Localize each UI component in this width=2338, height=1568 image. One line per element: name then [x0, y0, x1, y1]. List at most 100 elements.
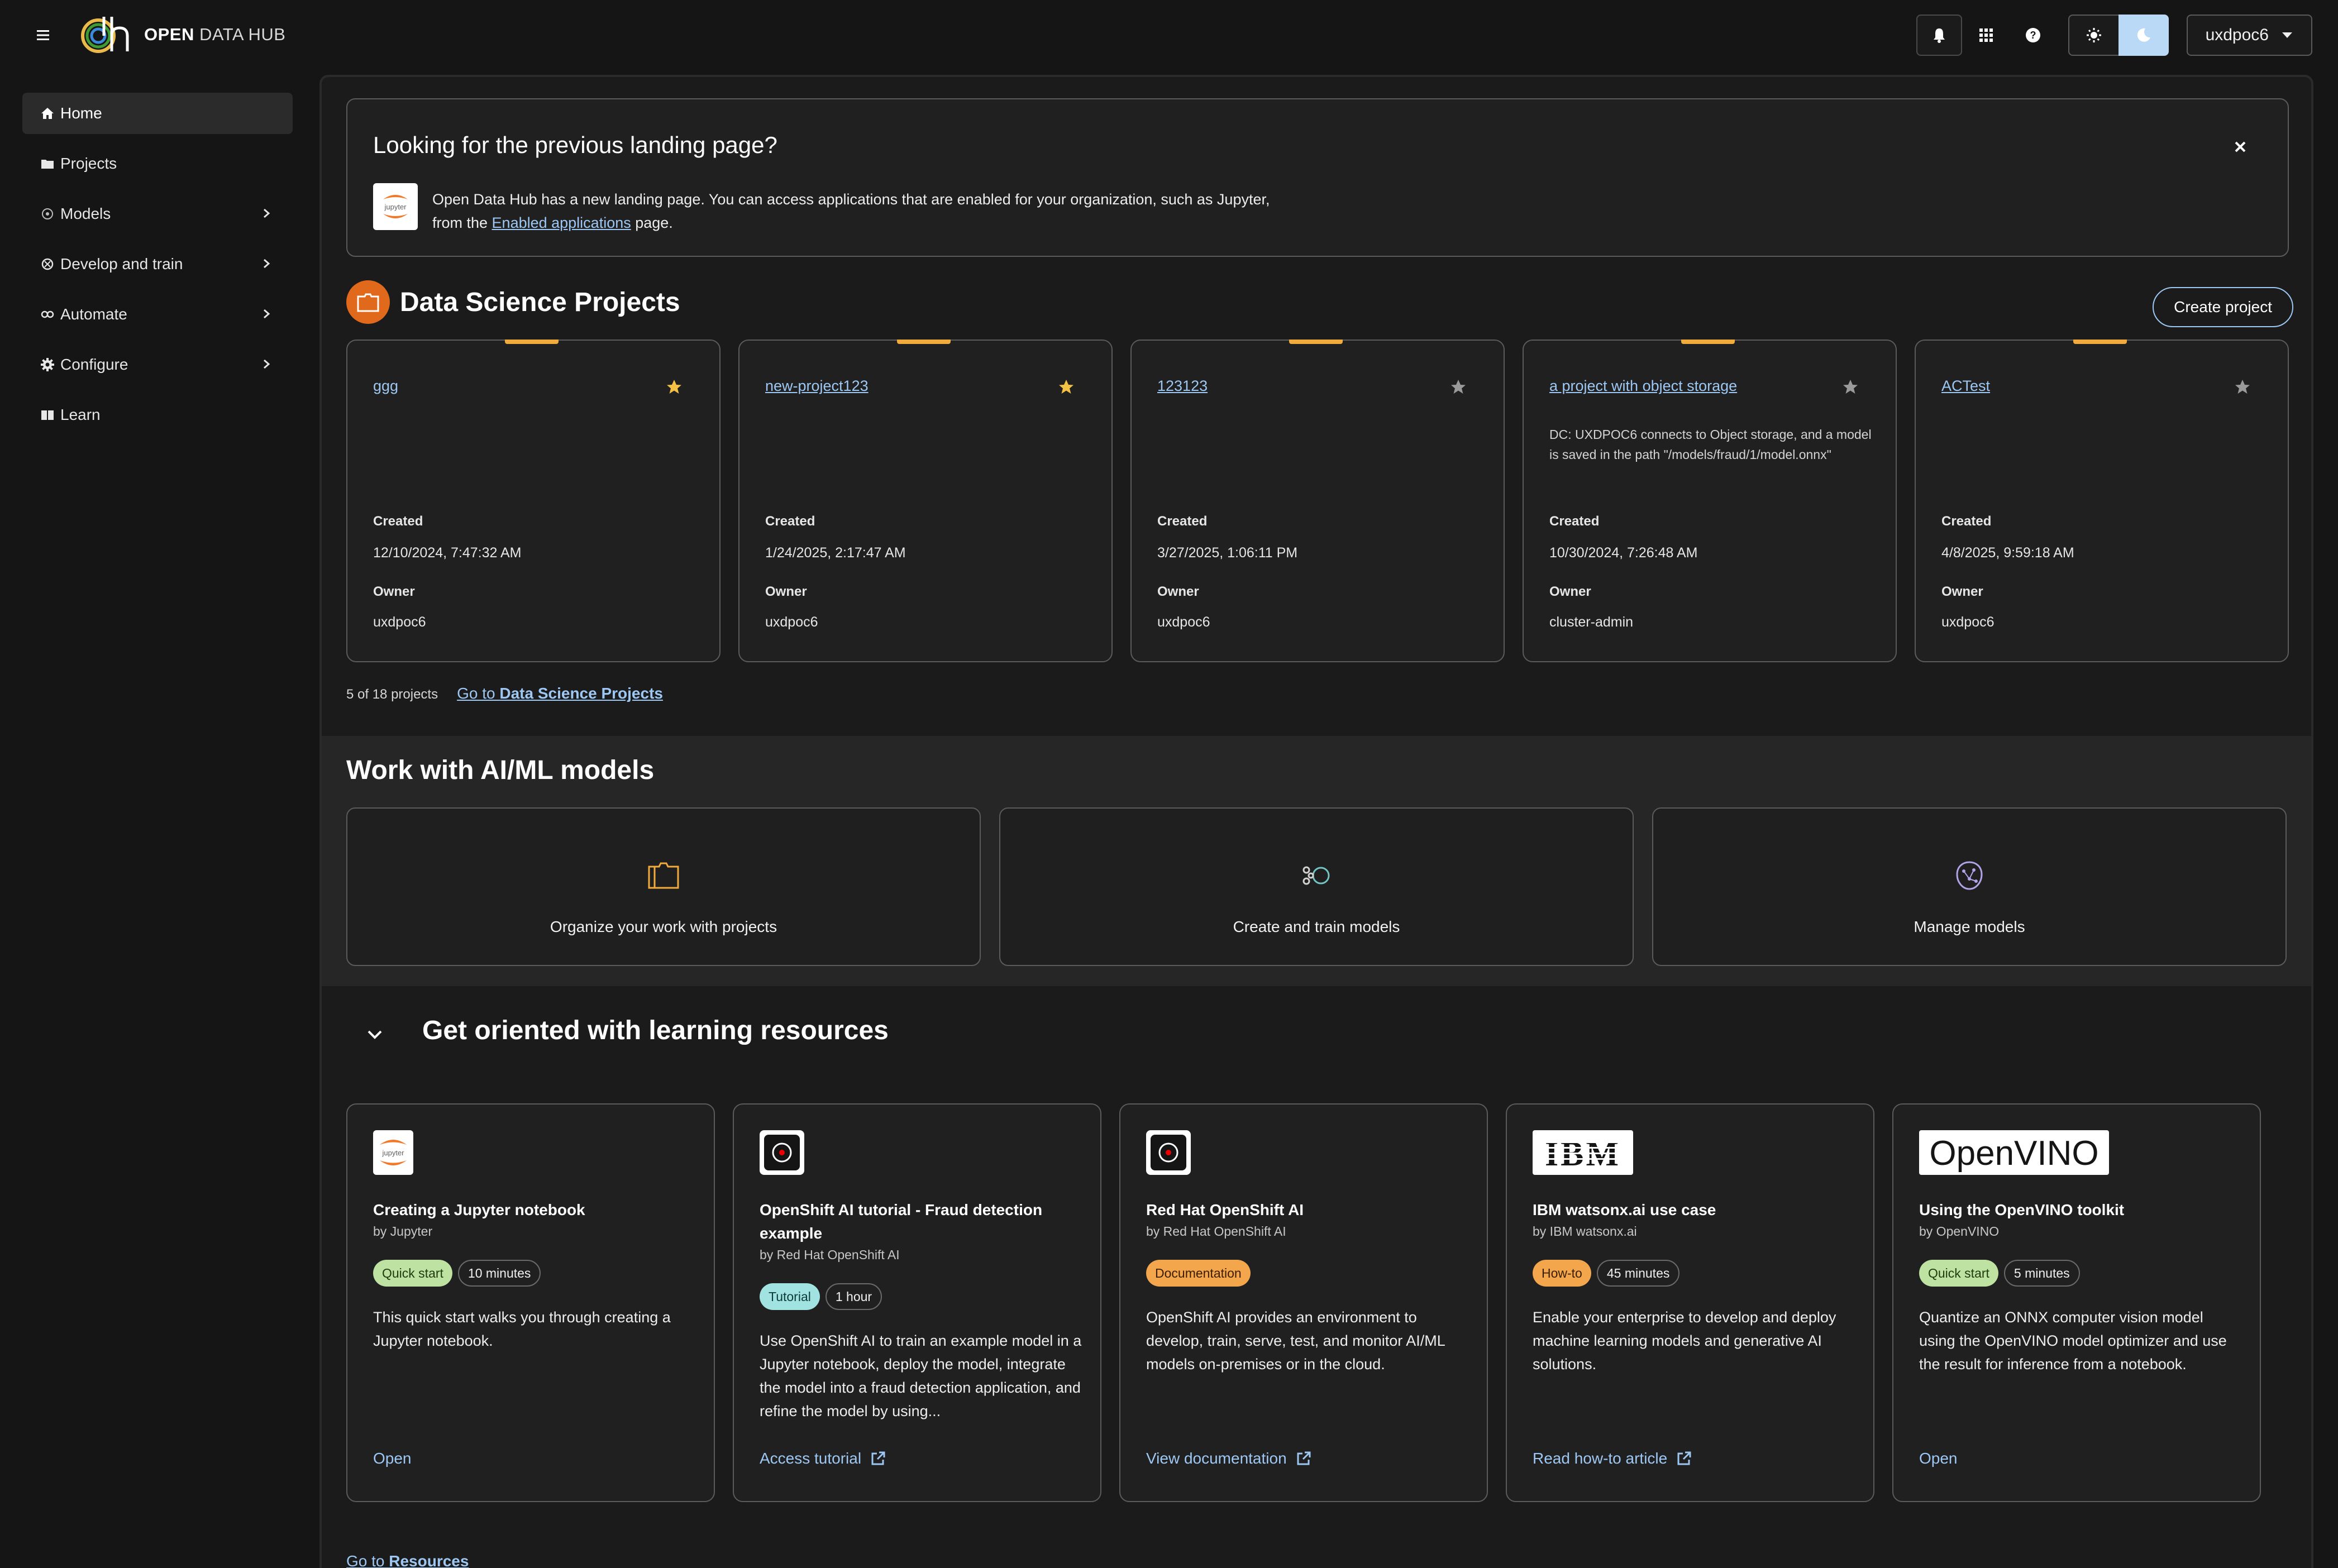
resource-badges: Documentation: [1146, 1260, 1256, 1287]
masthead: OPEN DATA HUB ? uxdpoc6: [0, 0, 2338, 73]
openshift-ai-logo: [1146, 1130, 1191, 1175]
sidebar-item-label: Home: [60, 104, 102, 122]
link-prefix: Go to: [457, 685, 500, 702]
sidebar-item-learn[interactable]: Learn: [22, 394, 293, 436]
theme-toggle: [2068, 15, 2169, 56]
star-outline-icon[interactable]: [2234, 379, 2251, 395]
ml-card-label: Organize your work with projects: [550, 918, 777, 935]
alert-body-text: from the: [432, 214, 492, 231]
project-name-link[interactable]: ggg: [373, 377, 398, 395]
resource-type-badge: Quick start: [373, 1260, 452, 1287]
enabled-applications-link[interactable]: Enabled applications: [492, 214, 631, 231]
resource-action-label: Access tutorial: [760, 1450, 862, 1467]
create-train-models-card[interactable]: Create and train models: [999, 807, 1634, 966]
resource-action-link[interactable]: Read how-to article: [1533, 1450, 1692, 1467]
light-theme-button[interactable]: [2068, 15, 2118, 56]
projects-section: Data Science Projects Create project ggg…: [322, 267, 2311, 809]
resource-action-link[interactable]: View documentation: [1146, 1450, 1311, 1467]
sidebar-item-models[interactable]: Models: [22, 193, 293, 235]
alert-body: Open Data Hub has a new landing page. Yo…: [432, 188, 1382, 235]
sidebar-item-projects[interactable]: Projects: [22, 143, 293, 184]
jupyter-logo-text: jupyter: [384, 203, 407, 211]
brand-logo[interactable]: OPEN DATA HUB: [78, 12, 285, 57]
owner-value: uxdpoc6: [1941, 614, 1995, 630]
project-card[interactable]: a project with object storage DC: UXDPOC…: [1523, 340, 1897, 662]
resource-description: OpenShift AI provides an environment to …: [1146, 1309, 1445, 1373]
close-icon[interactable]: [2232, 138, 2249, 155]
sidebar-item-label: Develop and train: [60, 255, 183, 273]
go-to-projects-link[interactable]: Go to Data Science Projects: [457, 685, 663, 702]
project-card[interactable]: 123123 Created 3/27/2025, 1:06:11 PM Own…: [1130, 340, 1505, 662]
external-link-icon: [1297, 1451, 1311, 1465]
star-outline-icon[interactable]: [1450, 379, 1467, 395]
manage-models-card[interactable]: Manage models: [1652, 807, 2287, 966]
project-name-link[interactable]: a project with object storage: [1549, 377, 1737, 395]
resource-card[interactable]: IBM IBM watsonx.ai use case by IBM watso…: [1506, 1103, 1874, 1502]
hamburger-menu-icon[interactable]: [34, 26, 53, 45]
resource-badges: Tutorial 1 hour: [760, 1283, 888, 1310]
book-icon: [39, 407, 56, 423]
organize-projects-card[interactable]: Organize your work with projects: [346, 807, 981, 966]
sidebar-item-configure[interactable]: Configure: [22, 344, 293, 385]
link-prefix: Go to: [346, 1552, 389, 1568]
star-filled-icon[interactable]: [666, 379, 683, 395]
duration-badge: 10 minutes: [457, 1260, 541, 1287]
card-accent: [1681, 340, 1735, 344]
resource-card[interactable]: jupyter Creating a Jupyter notebook by J…: [346, 1103, 715, 1502]
project-name-link[interactable]: ACTest: [1941, 377, 1990, 395]
sidebar-item-label: Learn: [60, 406, 101, 423]
develop-icon: [39, 256, 56, 273]
created-value: 4/8/2025, 9:59:18 AM: [1941, 545, 2074, 561]
alert-body-text: Open Data Hub has a new landing page. Yo…: [432, 191, 1270, 208]
bell-icon: [1933, 28, 1945, 43]
created-value: 1/24/2025, 2:17:47 AM: [765, 545, 906, 561]
home-icon: [39, 105, 56, 122]
project-card[interactable]: ACTest Created 4/8/2025, 9:59:18 AM Owne…: [1915, 340, 2289, 662]
sidebar-item-home[interactable]: Home: [22, 93, 293, 134]
resource-provider: by Jupyter: [373, 1224, 433, 1239]
resource-card[interactable]: Red Hat OpenShift AI by Red Hat OpenShif…: [1119, 1103, 1488, 1502]
sidebar-item-develop-and-train[interactable]: Develop and train: [22, 243, 293, 285]
ibm-logo: IBM: [1533, 1130, 1633, 1175]
help-button[interactable]: ?: [2010, 15, 2056, 56]
resource-action-link[interactable]: Open: [1919, 1450, 1958, 1467]
sidebar-item-label: Automate: [60, 305, 127, 323]
folder-icon: [39, 155, 56, 172]
resource-card[interactable]: OpenShift AI tutorial - Fraud detection …: [733, 1103, 1101, 1502]
project-name-link[interactable]: new-project123: [765, 377, 869, 395]
sidebar-item-label: Projects: [60, 155, 117, 172]
star-filled-icon[interactable]: [1058, 379, 1075, 395]
projects-footer: 5 of 18 projects Go to Data Science Proj…: [346, 685, 663, 702]
sidebar-item-automate[interactable]: Automate: [22, 294, 293, 335]
resource-badges: Quick start 5 minutes: [1919, 1260, 2086, 1287]
duration-badge: 5 minutes: [2003, 1260, 2080, 1287]
dark-theme-button[interactable]: [2118, 15, 2169, 56]
user-menu-toggle[interactable]: uxdpoc6: [2186, 15, 2312, 56]
star-outline-icon[interactable]: [1842, 379, 1859, 395]
sidebar: Home Projects Models Develop and train A…: [0, 73, 313, 1568]
owner-label: Owner: [1157, 584, 1199, 599]
resource-action-link[interactable]: Open: [373, 1450, 412, 1467]
moon-icon: [2137, 28, 2150, 42]
resource-card[interactable]: OpenVINO Using the OpenVINO toolkit by O…: [1892, 1103, 2261, 1502]
notifications-button[interactable]: [1916, 15, 1962, 56]
project-card[interactable]: ggg Created 12/10/2024, 7:47:32 AM Owner…: [346, 340, 721, 662]
gear-icon: [39, 356, 56, 373]
create-project-button[interactable]: Create project: [2153, 287, 2293, 327]
chevron-down-icon[interactable]: [365, 1025, 384, 1044]
resource-description: Enable your enterprise to develop and de…: [1533, 1309, 1836, 1373]
app-launcher-button[interactable]: [1963, 15, 2009, 56]
resource-action-link[interactable]: Access tutorial: [760, 1450, 886, 1467]
project-name-link[interactable]: 123123: [1157, 377, 1208, 395]
landing-page-alert: Looking for the previous landing page? j…: [346, 98, 2289, 257]
created-label: Created: [765, 514, 815, 529]
resource-action-label: Open: [1919, 1450, 1958, 1467]
owner-label: Owner: [765, 584, 807, 599]
resource-type-badge: Quick start: [1919, 1260, 1998, 1287]
go-to-resources-link[interactable]: Go to Resources: [346, 1552, 469, 1568]
main-content: Looking for the previous landing page? j…: [319, 75, 2313, 1568]
resource-title: Red Hat OpenShift AI: [1146, 1201, 1304, 1218]
project-card[interactable]: new-project123 Created 1/24/2025, 2:17:4…: [738, 340, 1113, 662]
folder-outline-icon: [648, 862, 679, 889]
resource-provider: by Red Hat OpenShift AI: [1146, 1224, 1286, 1239]
